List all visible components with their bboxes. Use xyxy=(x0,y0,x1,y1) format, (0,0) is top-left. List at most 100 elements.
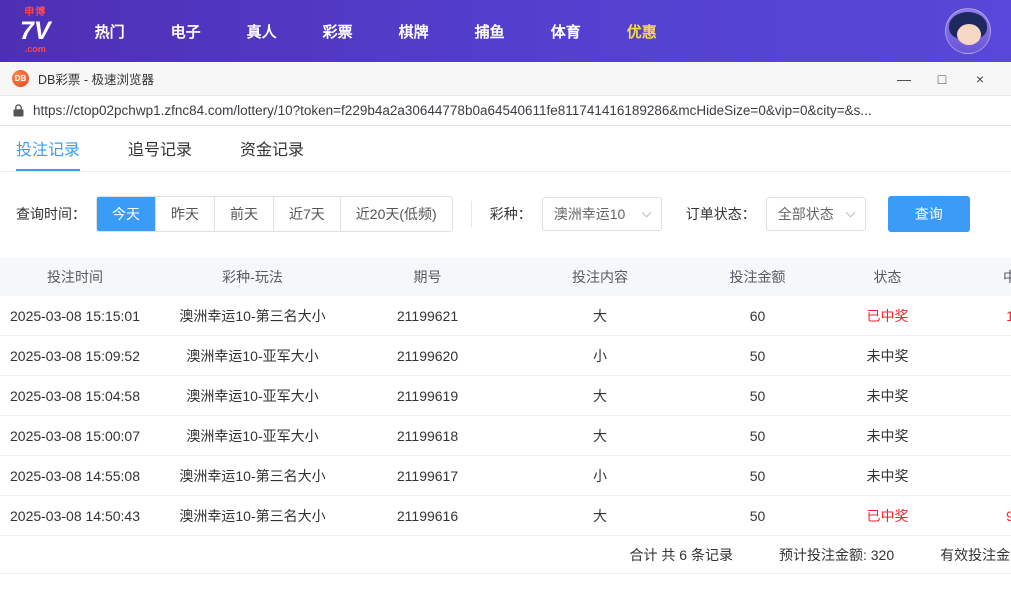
cell-game: 澳洲幸运10-第三名大小 xyxy=(179,307,326,324)
cell-status: 已中奖 xyxy=(866,307,909,324)
header-game-play: 彩种-玩法 xyxy=(222,269,283,285)
cell-time: 2025-03-08 15:15:01 xyxy=(10,307,140,324)
cell-content: 大 xyxy=(593,307,607,324)
cell-amount: 50 xyxy=(749,387,766,404)
cell-amount: 50 xyxy=(749,467,766,484)
close-button[interactable]: × xyxy=(961,62,999,96)
cell-content: 大 xyxy=(593,387,607,404)
expected-bet-amount-text: 预计投注金额: 320 xyxy=(778,546,895,563)
site-logo[interactable]: 申博 7V .com xyxy=(20,8,51,54)
logo-text-main: 7V xyxy=(20,17,51,45)
nav-item-slots[interactable]: 电子 xyxy=(171,21,201,42)
cell-issue: 21199616 xyxy=(396,507,459,524)
user-avatar[interactable] xyxy=(945,8,991,54)
site-nav-menu: 热门 电子 真人 彩票 棋牌 捕鱼 体育 优惠 xyxy=(95,21,657,42)
query-time-label: 查询时间： xyxy=(16,206,86,222)
avatar-face xyxy=(957,24,981,45)
nav-item-live[interactable]: 真人 xyxy=(247,21,277,42)
total-records-text: 合计 共 6 条记录 xyxy=(629,546,733,563)
cell-amount: 50 xyxy=(749,507,766,524)
cell-time: 2025-03-08 14:55:08 xyxy=(10,467,140,484)
order-status-value: 全部状态 xyxy=(777,206,834,222)
record-tabs: 投注记录 追号记录 资金记录 xyxy=(0,126,1011,172)
cell-content: 大 xyxy=(593,427,607,444)
tab-chase-records[interactable]: 追号记录 xyxy=(128,126,192,171)
cell-content: 大 xyxy=(593,507,607,524)
cell-win: 1 xyxy=(1006,307,1011,324)
chevron-down-icon xyxy=(641,207,652,218)
cell-status: 已中奖 xyxy=(866,507,909,524)
header-status: 状态 xyxy=(873,269,902,285)
table-body: 2025-03-08 15:15:01 澳洲幸运10-第三名大小 21199621 大… xyxy=(0,296,1011,536)
search-button[interactable]: 查询 xyxy=(887,196,970,232)
time-option-yesterday[interactable]: 昨天 xyxy=(155,197,214,231)
minimize-button[interactable]: — xyxy=(885,62,923,96)
filter-divider xyxy=(470,201,472,227)
cell-status: 未中奖 xyxy=(866,387,909,404)
cell-game: 澳洲幸运10-第三名大小 xyxy=(179,467,326,484)
nav-item-promos[interactable]: 优惠 xyxy=(627,21,657,42)
lottery-type-label: 彩种： xyxy=(489,206,532,222)
cell-game: 澳洲幸运10-亚军大小 xyxy=(186,347,319,364)
cell-amount: 50 xyxy=(749,347,766,364)
browser-tab-icon: DB xyxy=(12,70,29,87)
cell-amount: 50 xyxy=(749,427,766,444)
cell-game: 澳洲幸运10-第三名大小 xyxy=(179,507,326,524)
lottery-type-value: 澳洲幸运10 xyxy=(553,206,626,222)
time-option-day-before[interactable]: 前天 xyxy=(214,197,273,231)
order-status-select[interactable]: 全部状态 xyxy=(765,197,866,231)
table-row: 2025-03-08 14:55:08 澳洲幸运10-第三名大小 21199617 小… xyxy=(0,456,1011,496)
tab-bet-records[interactable]: 投注记录 xyxy=(16,126,81,171)
time-option-20days[interactable]: 近20天(低频) xyxy=(339,197,452,231)
window-controls: — □ × xyxy=(885,62,999,96)
table-row: 2025-03-08 15:00:07 澳洲幸运10-亚军大小 21199618 大 5… xyxy=(0,416,1011,456)
logo-text-com: .com xyxy=(24,44,46,54)
cell-issue: 21199617 xyxy=(396,467,459,484)
nav-item-fishing[interactable]: 捕鱼 xyxy=(475,21,505,42)
valid-bet-amount-text: 有效投注金额: xyxy=(940,546,1011,563)
cell-issue: 21199621 xyxy=(396,307,459,324)
table-row: 2025-03-08 14:50:43 澳洲幸运10-第三名大小 21199616 大… xyxy=(0,496,1011,536)
cell-issue: 21199619 xyxy=(396,387,459,404)
lottery-type-select[interactable]: 澳洲幸运10 xyxy=(541,197,662,231)
table-header-row: 投注时间 彩种-玩法 期号 投注内容 投注金额 状态 中 xyxy=(0,258,1011,296)
cell-issue: 21199620 xyxy=(396,347,459,364)
browser-title-bar: DB DB彩票 - 极速浏览器 — □ × xyxy=(0,62,1011,96)
tab-fund-records[interactable]: 资金记录 xyxy=(240,126,304,171)
nav-item-cards[interactable]: 棋牌 xyxy=(399,21,429,42)
cell-status: 未中奖 xyxy=(866,427,909,444)
time-range-segmented-control: 今天 昨天 前天 近7天 近20天(低频) xyxy=(96,196,453,232)
bet-records-table: 投注时间 彩种-玩法 期号 投注内容 投注金额 状态 中 2025-03-08 … xyxy=(0,258,1011,536)
cell-game: 澳洲幸运10-亚军大小 xyxy=(186,387,319,404)
filter-bar: 查询时间： 今天 昨天 前天 近7天 近20天(低频) 彩种： 澳洲幸运10 订… xyxy=(0,172,1011,258)
cell-game: 澳洲幸运10-亚军大小 xyxy=(186,427,319,444)
cell-time: 2025-03-08 14:50:43 xyxy=(10,507,140,524)
table-row: 2025-03-08 15:04:58 澳洲幸运10-亚军大小 21199619 大 5… xyxy=(0,376,1011,416)
lock-icon xyxy=(13,104,24,117)
cell-time: 2025-03-08 15:00:07 xyxy=(10,427,140,444)
cell-win: 9 xyxy=(1006,507,1011,524)
chevron-down-icon xyxy=(845,207,856,218)
table-row: 2025-03-08 15:15:01 澳洲幸运10-第三名大小 21199621 大… xyxy=(0,296,1011,336)
time-option-7days[interactable]: 近7天 xyxy=(273,197,340,231)
header-win-amount: 中 xyxy=(1003,269,1011,285)
cell-status: 未中奖 xyxy=(866,347,909,364)
cell-time: 2025-03-08 15:04:58 xyxy=(10,387,140,404)
cell-content: 小 xyxy=(593,467,607,484)
nav-item-lottery[interactable]: 彩票 xyxy=(323,21,353,42)
header-issue: 期号 xyxy=(413,269,442,285)
cell-issue: 21199618 xyxy=(396,427,459,444)
cell-time: 2025-03-08 15:09:52 xyxy=(10,347,140,364)
url-text: https://ctop02pchwp1.zfnc84.com/lottery/… xyxy=(33,103,872,118)
nav-item-sports[interactable]: 体育 xyxy=(551,21,581,42)
time-option-today[interactable]: 今天 xyxy=(97,197,155,231)
header-bet-amount: 投注金额 xyxy=(729,269,786,285)
maximize-button[interactable]: □ xyxy=(923,62,961,96)
table-footer: 合计 共 6 条记录 预计投注金额: 320 有效投注金额: xyxy=(0,536,1011,574)
header-bet-content: 投注内容 xyxy=(572,269,628,285)
cell-status: 未中奖 xyxy=(866,467,909,484)
nav-item-hot[interactable]: 热门 xyxy=(95,21,125,42)
order-status-label: 订单状态： xyxy=(685,206,756,222)
browser-url-bar[interactable]: https://ctop02pchwp1.zfnc84.com/lottery/… xyxy=(0,96,1011,126)
cell-amount: 60 xyxy=(749,307,766,324)
